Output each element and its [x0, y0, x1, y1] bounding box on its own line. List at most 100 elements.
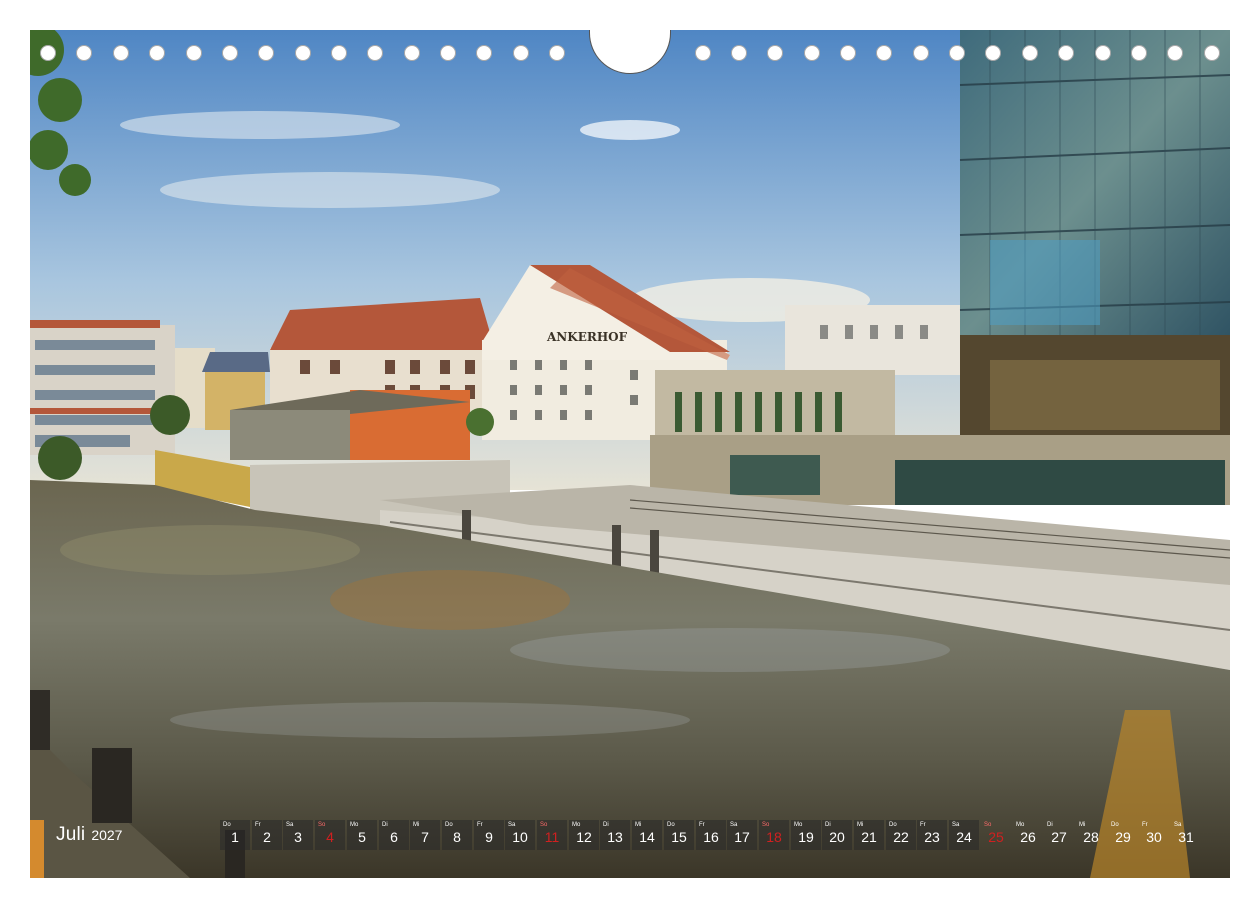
weekday-label: Sa	[286, 822, 293, 828]
day-cell: Do1	[220, 820, 250, 850]
day-cell: Do8	[442, 820, 472, 850]
binding-hole	[985, 45, 1001, 61]
binding-hole	[1204, 45, 1220, 61]
month-label: Juli 2027	[56, 820, 128, 850]
day-cell: So4	[315, 820, 345, 850]
binding-hole	[513, 45, 529, 61]
weekday-label: Di	[1047, 822, 1053, 828]
day-number: 3	[283, 829, 313, 845]
weekday-label: Do	[223, 822, 231, 828]
day-cell: So25	[981, 820, 1011, 850]
weekday-label: Fr	[477, 822, 483, 828]
day-number: 21	[854, 829, 884, 845]
binding-hole	[367, 45, 383, 61]
day-cell: So11	[537, 820, 567, 850]
binding-hole	[549, 45, 565, 61]
day-cell: Fr16	[696, 820, 726, 850]
weekday-label: Di	[382, 822, 388, 828]
day-number: 22	[886, 829, 916, 845]
day-cell: Mo26	[1013, 820, 1043, 850]
day-strip: Do1Fr2Sa3So4Mo5Di6Mi7Do8Fr9Sa10So11Mo12D…	[220, 820, 1210, 850]
day-cell: Mi28	[1076, 820, 1106, 850]
binding-hole	[1022, 45, 1038, 61]
binding-hole	[949, 45, 965, 61]
day-number: 13	[600, 829, 630, 845]
weekday-label: So	[762, 822, 769, 828]
weekday-label: Fr	[1142, 822, 1148, 828]
weekday-label: Fr	[920, 822, 926, 828]
binding-hole	[876, 45, 892, 61]
day-number: 31	[1171, 829, 1201, 845]
day-number: 29	[1108, 829, 1138, 845]
day-cell: Do15	[664, 820, 694, 850]
day-cell: So18	[759, 820, 789, 850]
day-cell: Sa10	[505, 820, 535, 850]
binding-hole	[40, 45, 56, 61]
day-number: 30	[1139, 829, 1169, 845]
day-cell: Mi21	[854, 820, 884, 850]
day-number: 8	[442, 829, 472, 845]
weekday-label: Do	[445, 822, 453, 828]
day-cell: Di20	[822, 820, 852, 850]
binding-hole	[222, 45, 238, 61]
day-cell: Mi14	[632, 820, 662, 850]
day-cell: Fr9	[474, 820, 504, 850]
weekday-label: Sa	[952, 822, 959, 828]
binding-hole	[331, 45, 347, 61]
building-sign: ANKERHOF	[546, 330, 628, 344]
binding-hole	[1131, 45, 1147, 61]
weekday-label: Do	[1111, 822, 1119, 828]
day-number: 20	[822, 829, 852, 845]
day-number: 24	[949, 829, 979, 845]
day-cell: Di13	[600, 820, 630, 850]
weekday-label: Fr	[255, 822, 261, 828]
weekday-label: Mo	[794, 822, 802, 828]
binding-hole	[76, 45, 92, 61]
day-number: 2	[252, 829, 282, 845]
day-cell: Mo5	[347, 820, 377, 850]
day-number: 9	[474, 829, 504, 845]
weekday-label: Sa	[1174, 822, 1181, 828]
binding-hole	[804, 45, 820, 61]
day-cell: Do29	[1108, 820, 1138, 850]
day-number: 14	[632, 829, 662, 845]
weekday-label: Sa	[730, 822, 737, 828]
weekday-label: Di	[603, 822, 609, 828]
day-cell: Sa3	[283, 820, 313, 850]
day-number: 26	[1013, 829, 1043, 845]
day-cell: Do22	[886, 820, 916, 850]
day-cell: Mo19	[791, 820, 821, 850]
weekday-label: So	[318, 822, 325, 828]
day-number: 12	[569, 829, 599, 845]
calendar-photo: ANKERHOF	[30, 30, 1230, 878]
binding-hole	[840, 45, 856, 61]
day-number: 16	[696, 829, 726, 845]
binding-hole	[695, 45, 711, 61]
day-number: 10	[505, 829, 535, 845]
weekday-label: Mo	[1016, 822, 1024, 828]
weekday-label: Mo	[572, 822, 580, 828]
calendar-page: ANKERHOF	[0, 0, 1260, 908]
day-cell: Sa17	[727, 820, 757, 850]
day-cell: Di6	[379, 820, 409, 850]
weekday-label: Mi	[857, 822, 863, 828]
binding-hole	[767, 45, 783, 61]
day-number: 6	[379, 829, 409, 845]
weekday-label: Mo	[350, 822, 358, 828]
day-number: 19	[791, 829, 821, 845]
weekday-label: Mi	[413, 822, 419, 828]
day-cell: Fr23	[917, 820, 947, 850]
day-number: 5	[347, 829, 377, 845]
day-number: 18	[759, 829, 789, 845]
weekday-label: Sa	[508, 822, 515, 828]
binding-hole	[1095, 45, 1111, 61]
day-number: 1	[220, 829, 250, 845]
weekday-label: Fr	[699, 822, 705, 828]
year-label: 2027	[91, 827, 122, 843]
binding-hole	[404, 45, 420, 61]
day-number: 7	[410, 829, 440, 845]
day-number: 28	[1076, 829, 1106, 845]
weekday-label: Di	[825, 822, 831, 828]
weekday-label: Mi	[635, 822, 641, 828]
day-cell: Fr2	[252, 820, 282, 850]
